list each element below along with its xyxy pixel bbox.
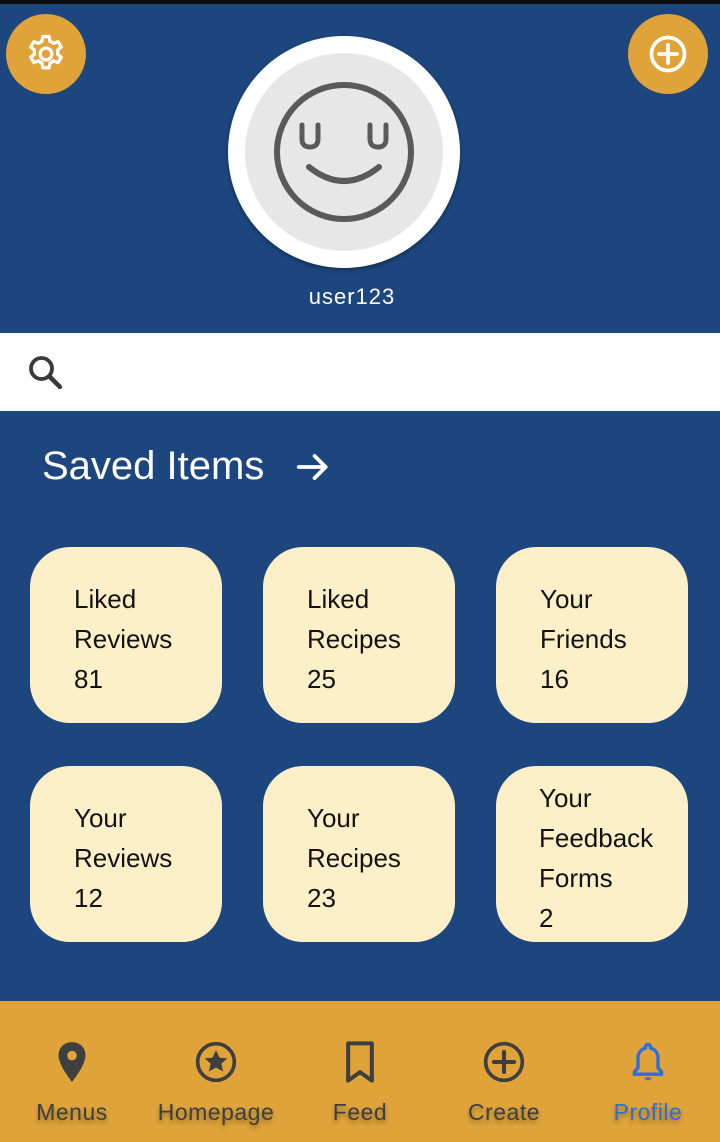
card-label-line2: Recipes <box>307 624 401 654</box>
username: user123 <box>308 284 396 309</box>
gear-icon <box>29 34 63 70</box>
card-your-recipes[interactable]: Your Recipes 23 <box>263 766 455 942</box>
avatar-image <box>245 53 443 251</box>
search-bar[interactable] <box>0 333 720 411</box>
card-label-line3: Forms <box>539 863 613 893</box>
nav-item-feed[interactable]: Feed <box>288 1001 432 1142</box>
card-count: 12 <box>74 883 103 913</box>
settings-button[interactable] <box>6 14 86 94</box>
star-circle-icon <box>194 1039 238 1085</box>
add-button[interactable] <box>628 14 708 94</box>
card-your-feedback-forms[interactable]: Your Feedback Forms 2 <box>496 766 688 942</box>
card-liked-recipes[interactable]: Liked Recipes 25 <box>263 547 455 723</box>
nav-item-profile[interactable]: Profile <box>576 1001 720 1142</box>
card-label-line1: Your <box>74 803 127 833</box>
bookmark-icon <box>342 1039 378 1085</box>
card-count: 25 <box>307 664 336 694</box>
card-label-line1: Liked <box>307 584 370 614</box>
profile-header: user123 <box>0 4 720 333</box>
arrow-right-icon <box>294 448 332 486</box>
card-your-reviews[interactable]: Your Reviews 12 <box>30 766 222 942</box>
card-label-line1: Liked <box>74 584 137 614</box>
bell-icon <box>628 1039 668 1085</box>
card-label-line2: Feedback <box>539 823 654 853</box>
bottom-navigation: Menus Homepage Feed Create Profile <box>0 1001 720 1142</box>
card-your-friends[interactable]: Your Friends 16 <box>496 547 688 723</box>
card-count: 16 <box>540 664 569 694</box>
card-label-line2: Reviews <box>74 843 173 873</box>
nav-label: Feed <box>332 1099 388 1125</box>
nav-label: Create <box>467 1099 541 1125</box>
card-label-line2: Friends <box>540 624 627 654</box>
nav-label: Menus <box>36 1099 108 1125</box>
nav-label: Homepage <box>157 1099 275 1125</box>
card-label-line2: Recipes <box>307 843 401 873</box>
avatar[interactable] <box>228 36 460 268</box>
search-input[interactable] <box>80 347 680 397</box>
saved-items-title: Saved Items <box>42 444 265 488</box>
card-liked-reviews[interactable]: Liked Reviews 81 <box>30 547 222 723</box>
nav-item-create[interactable]: Create <box>432 1001 576 1142</box>
nav-item-homepage[interactable]: Homepage <box>144 1001 288 1142</box>
card-label-line1: Your <box>539 783 592 813</box>
card-label-line2: Reviews <box>74 624 173 654</box>
card-label-line1: Your <box>307 803 360 833</box>
card-count: 81 <box>74 664 103 694</box>
card-count: 2 <box>539 903 554 933</box>
nav-label: Profile <box>613 1099 683 1125</box>
saved-items-header[interactable]: Saved Items <box>42 444 332 489</box>
map-pin-icon <box>55 1039 89 1085</box>
card-label-line1: Your <box>540 584 593 614</box>
nav-item-menus[interactable]: Menus <box>0 1001 144 1142</box>
plus-circle-icon <box>482 1039 526 1085</box>
plus-circle-icon <box>649 35 687 73</box>
profile-screen: user123 Saved Items Liked Reviews 81 Lik… <box>0 0 720 1142</box>
card-count: 23 <box>307 883 336 913</box>
search-icon <box>29 356 63 390</box>
smiley-face-icon <box>274 82 414 222</box>
